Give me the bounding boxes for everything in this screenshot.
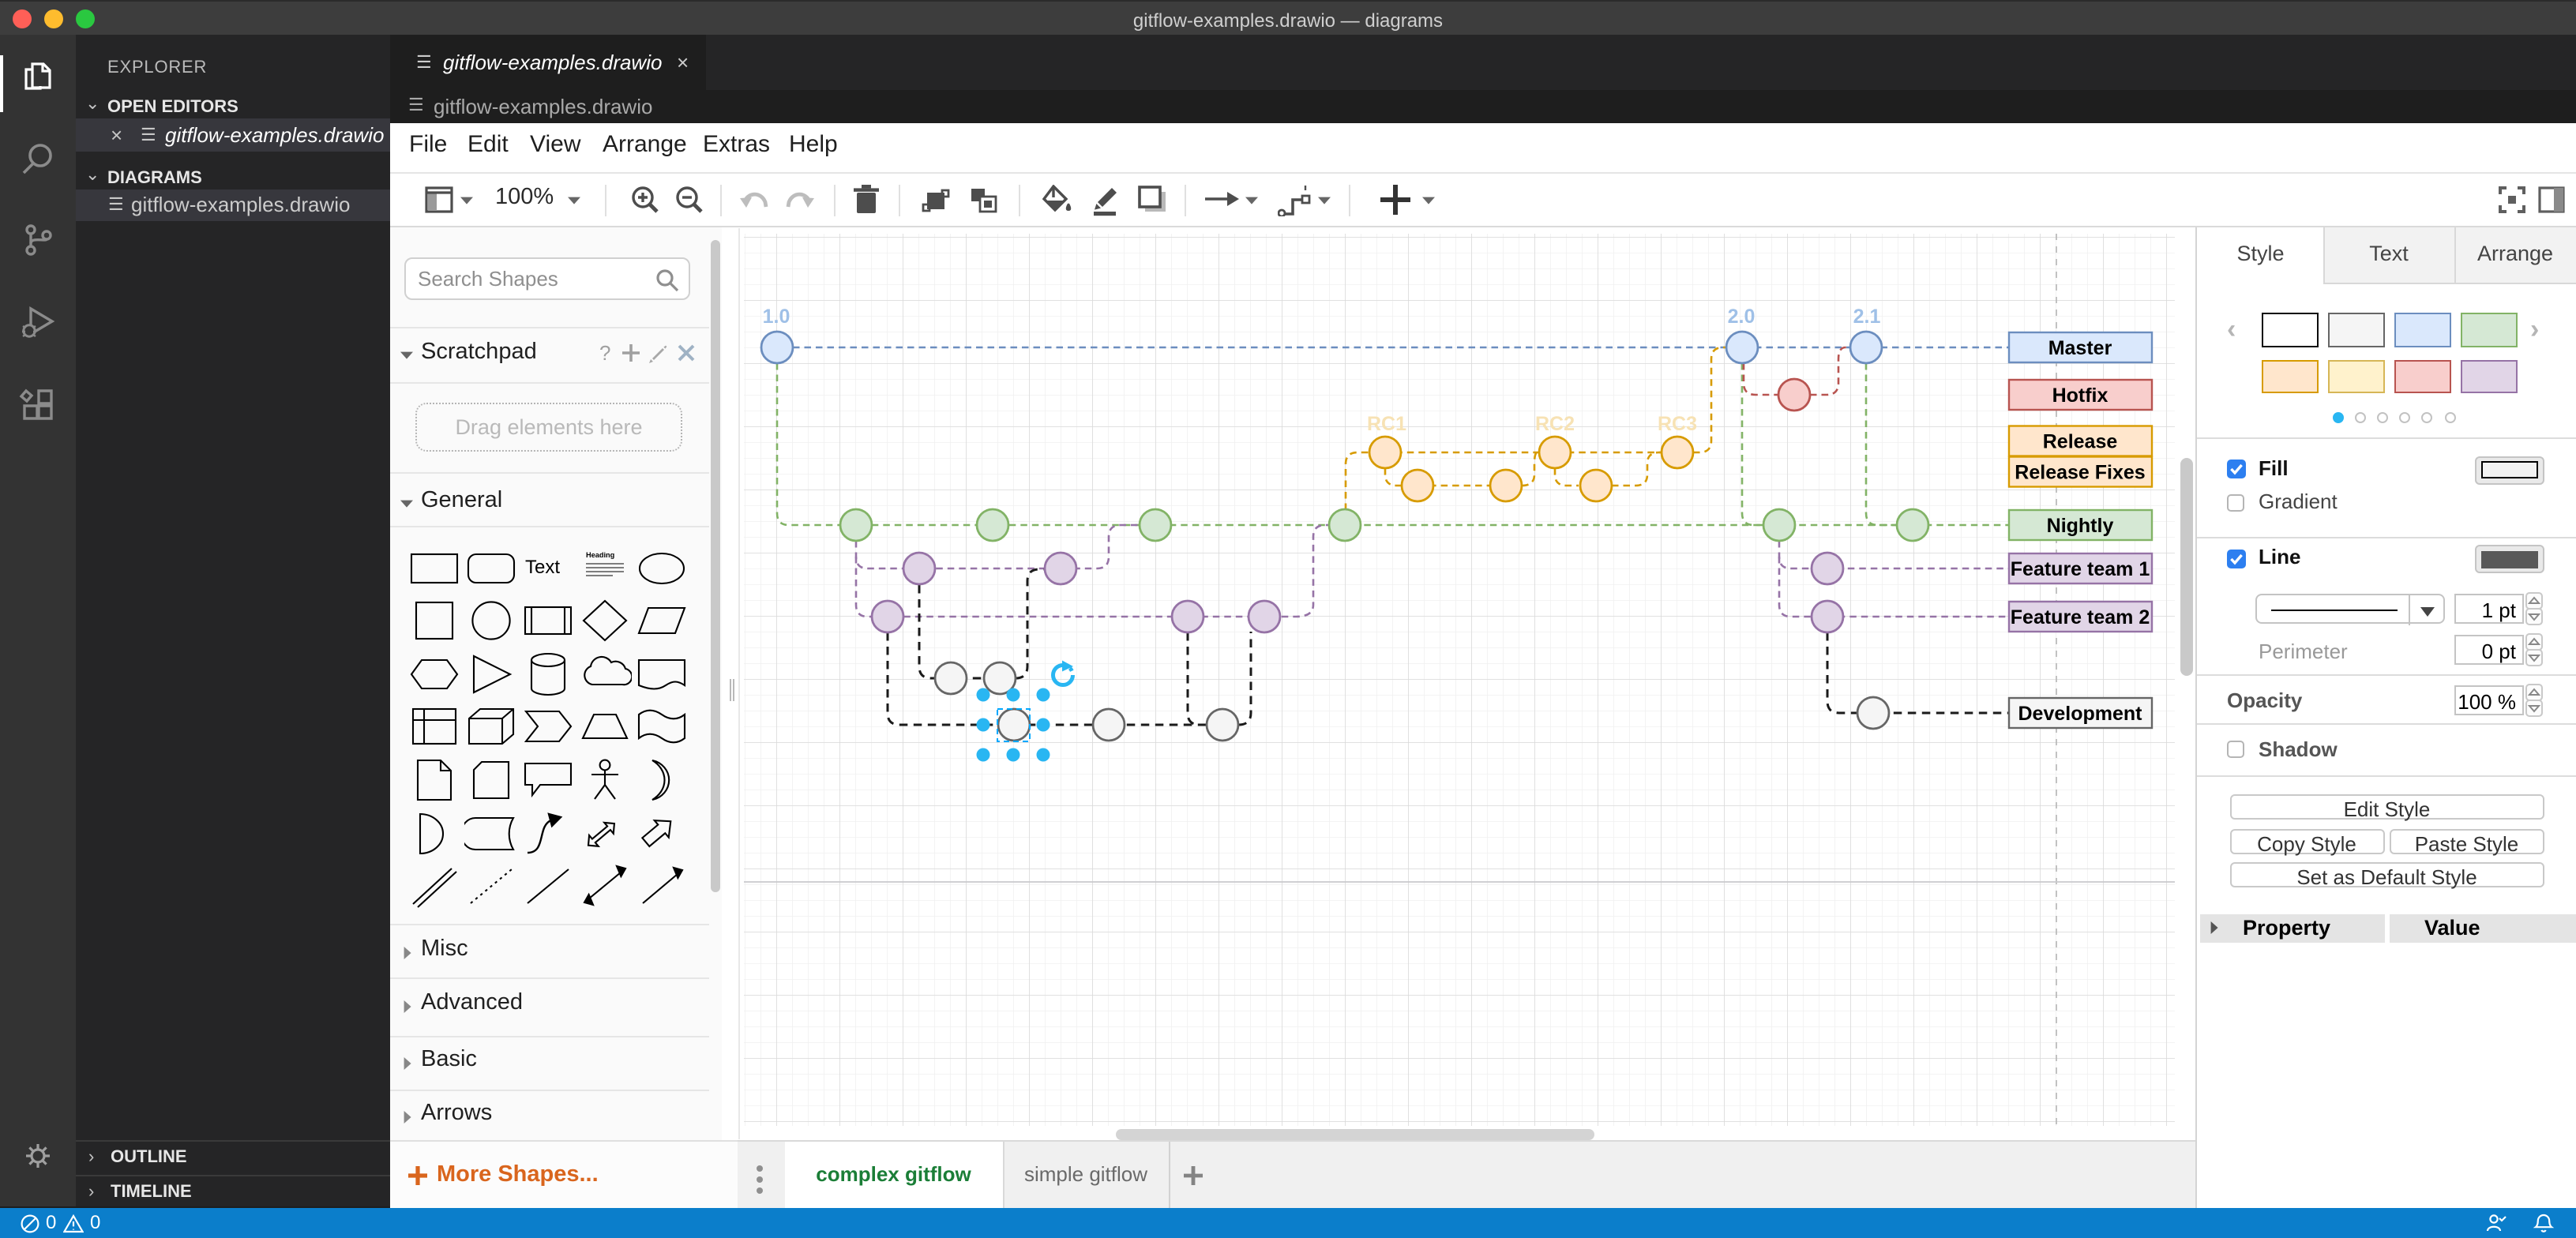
svg-text:Nightly: Nightly [2046, 515, 2113, 537]
svg-text:Hotfix: Hotfix [2052, 385, 2108, 407]
svg-text:1.0: 1.0 [762, 306, 790, 328]
svg-text:RC2: RC2 [1534, 413, 1574, 435]
svg-text:RC3: RC3 [1657, 413, 1696, 435]
svg-text:Development: Development [2018, 703, 2142, 725]
svg-text:Feature team 2: Feature team 2 [2010, 606, 2149, 628]
svg-text:2.1: 2.1 [1853, 306, 1880, 328]
svg-text:2.0: 2.0 [1727, 306, 1755, 328]
svg-text:Feature team 1: Feature team 1 [2010, 558, 2150, 580]
svg-text:Release Fixes: Release Fixes [2014, 462, 2144, 484]
svg-text:Heading: Heading [585, 550, 614, 558]
svg-text:RC1: RC1 [1366, 413, 1406, 435]
svg-text:Release: Release [2042, 431, 2117, 453]
svg-text:Master: Master [2048, 337, 2112, 359]
